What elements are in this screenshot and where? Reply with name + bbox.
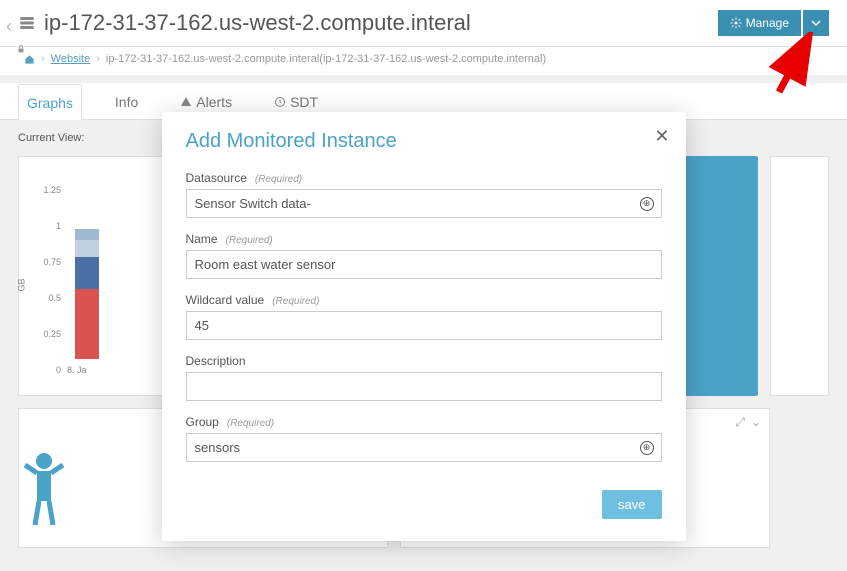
datasource-input[interactable]: [186, 189, 662, 218]
description-label: Description: [186, 354, 246, 368]
group-label: Group: [186, 415, 219, 429]
modal-close-button[interactable]: ✕: [654, 126, 669, 147]
modal-overlay: Add Monitored Instance ✕ Datasource (Req…: [0, 0, 847, 571]
group-input[interactable]: [186, 433, 662, 462]
wildcard-label: Wildcard value: [186, 293, 265, 307]
name-label: Name: [186, 232, 218, 246]
required-hint: (Required): [255, 174, 302, 185]
required-hint: (Required): [226, 235, 273, 246]
save-button[interactable]: save: [602, 490, 661, 519]
search-icon[interactable]: ⊕: [640, 441, 654, 455]
description-input[interactable]: [186, 372, 662, 401]
required-hint: (Required): [272, 296, 319, 307]
modal-title: Add Monitored Instance: [186, 130, 662, 153]
wildcard-input[interactable]: [186, 311, 662, 340]
search-icon[interactable]: ⊕: [640, 197, 654, 211]
add-instance-modal: Add Monitored Instance ✕ Datasource (Req…: [162, 112, 686, 541]
datasource-label: Datasource: [186, 171, 247, 185]
name-input[interactable]: [186, 250, 662, 279]
required-hint: (Required): [227, 418, 274, 429]
